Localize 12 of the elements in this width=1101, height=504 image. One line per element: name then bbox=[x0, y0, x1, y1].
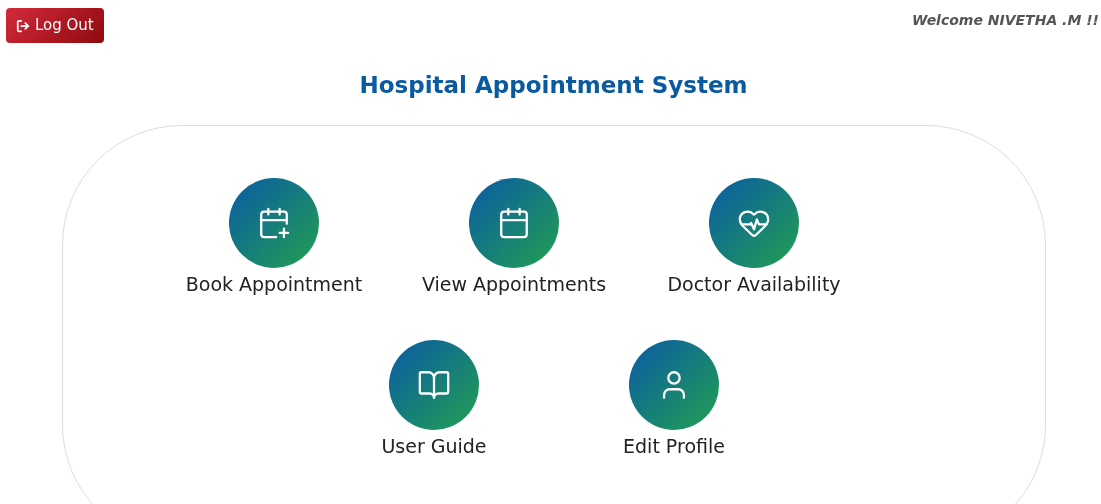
calendar-icon bbox=[497, 205, 531, 240]
book-icon bbox=[417, 368, 451, 402]
menu-tile-label[interactable]: Edit Profile bbox=[623, 432, 725, 461]
calendar-plus-icon bbox=[257, 205, 291, 240]
menu-tile-label[interactable]: Book Appointment bbox=[185, 269, 363, 298]
welcome-text: Welcome NIVETHA .M !! bbox=[912, 11, 1099, 30]
menu-tile-label[interactable]: View Appointments bbox=[421, 269, 607, 298]
logout-button[interactable]: Log Out bbox=[6, 8, 104, 43]
logout-icon bbox=[16, 18, 30, 33]
menu-tile-label[interactable]: Doctor Availability bbox=[667, 269, 841, 298]
menu-tile-label[interactable]: User Guide bbox=[381, 432, 487, 461]
page-title: Hospital Appointment System bbox=[358, 71, 749, 100]
